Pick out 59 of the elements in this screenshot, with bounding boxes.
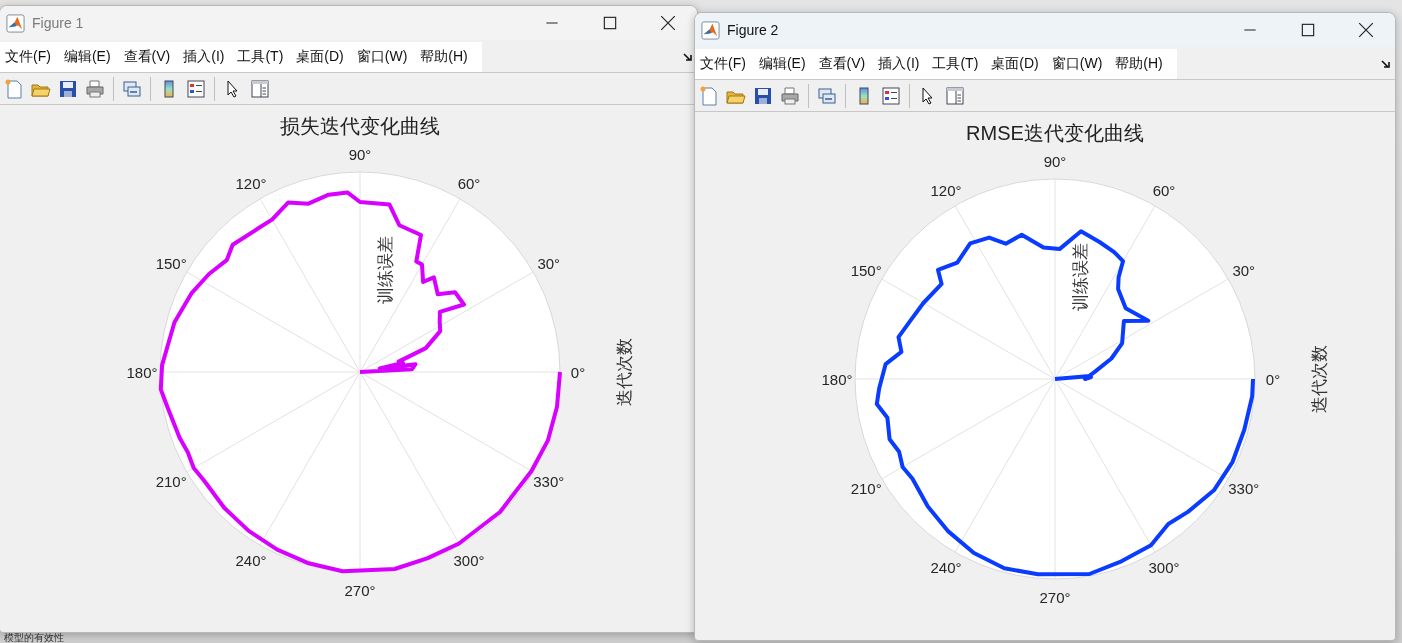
linked-windows-icon[interactable]	[120, 78, 144, 99]
plot-title: 损失迭代变化曲线	[280, 115, 440, 137]
angle-label: 270°	[344, 581, 376, 599]
angle-label: 240°	[930, 559, 962, 577]
angle-label: 180°	[821, 370, 853, 388]
angle-label: 90°	[348, 145, 372, 163]
menu-item[interactable]: 窗口(W)	[351, 48, 416, 66]
menu-item[interactable]: 窗口(W)	[1046, 55, 1111, 73]
angle-label: 120°	[930, 181, 962, 199]
printer-icon[interactable]	[778, 85, 802, 106]
dock-arrow-icon[interactable]	[683, 52, 693, 62]
menu-item[interactable]: 插入(I)	[873, 55, 928, 73]
angle-label: 0°	[570, 363, 586, 381]
menu-item[interactable]: 编辑(E)	[58, 48, 119, 66]
background-text: 模型的有效性	[4, 632, 64, 643]
angle-label: 60°	[457, 174, 481, 192]
angle-label: 210°	[155, 472, 187, 490]
angle-label: 300°	[453, 552, 485, 570]
angle-label: 30°	[537, 254, 561, 272]
printer-icon[interactable]	[83, 78, 107, 99]
window-title: Figure 1	[32, 15, 84, 31]
legend-icon[interactable]	[184, 78, 208, 99]
axis-label: 迭代次数	[614, 338, 634, 406]
angle-label: 150°	[850, 261, 882, 279]
axis-label: 迭代次数	[1309, 345, 1329, 413]
logo-icon	[6, 13, 25, 33]
angle-label: 150°	[155, 254, 187, 272]
menu-item[interactable]: 桌面(D)	[986, 55, 1047, 73]
legend-icon[interactable]	[879, 85, 903, 106]
angle-label: 210°	[850, 479, 882, 497]
menu-item[interactable]: 帮助(H)	[415, 48, 476, 66]
menu-item[interactable]: 查看(V)	[118, 48, 179, 66]
menu-item[interactable]: 文件(F)	[695, 55, 754, 73]
menu-item[interactable]: 插入(I)	[178, 48, 233, 66]
angle-label: 330°	[533, 472, 565, 490]
angle-label: 60°	[1152, 181, 1176, 199]
angle-label: 120°	[235, 174, 267, 192]
dock-arrow-icon[interactable]	[1381, 59, 1391, 69]
angle-label: 30°	[1232, 261, 1256, 279]
angle-label: 330°	[1228, 479, 1260, 497]
angle-label: 0°	[1265, 370, 1281, 388]
plot-title: RMSE迭代变化曲线	[966, 122, 1144, 144]
window-title: Figure 2	[727, 22, 779, 38]
menu-item[interactable]: 桌面(D)	[291, 48, 352, 66]
axis-label: 训练误差	[1070, 243, 1090, 311]
angle-label: 300°	[1148, 559, 1180, 577]
menu-item[interactable]: 工具(T)	[232, 48, 292, 66]
angle-label: 270°	[1039, 588, 1071, 606]
menu-item[interactable]: 编辑(E)	[753, 55, 814, 73]
logo-icon	[701, 20, 720, 40]
menu-item[interactable]: 帮助(H)	[1110, 55, 1171, 73]
menu-item[interactable]: 查看(V)	[813, 55, 874, 73]
menu-item[interactable]: 工具(T)	[927, 55, 987, 73]
angle-label: 180°	[126, 363, 158, 381]
menu-item[interactable]: 文件(F)	[0, 48, 59, 66]
angle-label: 240°	[235, 552, 267, 570]
axis-label: 训练误差	[375, 236, 395, 304]
linked-windows-icon[interactable]	[815, 85, 839, 106]
angle-label: 90°	[1043, 152, 1067, 170]
